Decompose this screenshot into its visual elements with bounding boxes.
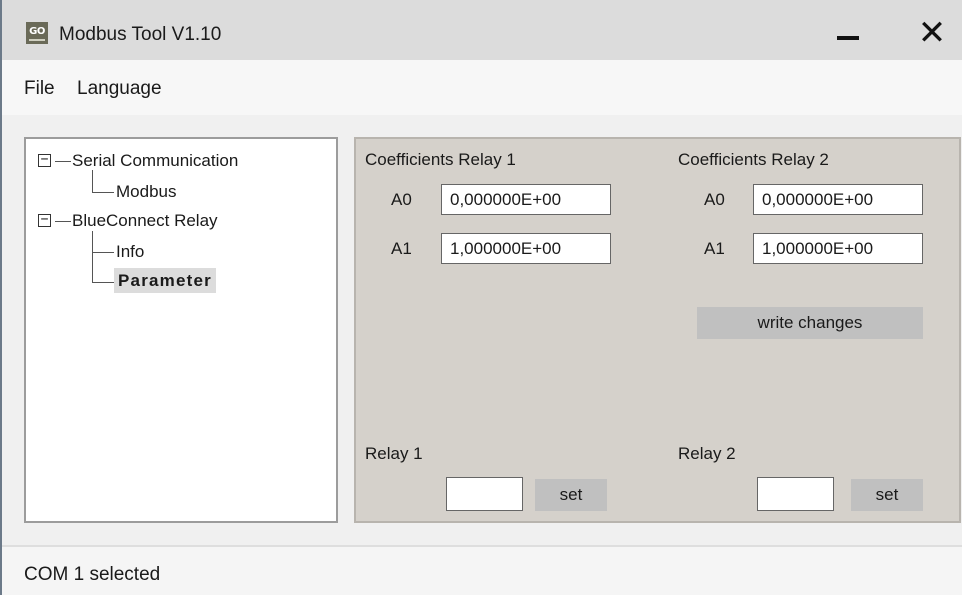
relay2-a1-label: A1 <box>704 239 725 258</box>
close-icon: ✕ <box>917 13 947 53</box>
content-area: − Serial Communication Modbus − BlueConn… <box>2 115 962 545</box>
relay1-a1-field[interactable] <box>441 233 611 264</box>
tree-item-serial-communication[interactable]: Serial Communication <box>72 151 238 171</box>
title-bar[interactable]: GO Modbus Tool V1.10 ✕ <box>2 0 962 60</box>
navigation-tree: − Serial Communication Modbus − BlueConn… <box>24 137 338 523</box>
relay1-a1-label: A1 <box>391 239 412 258</box>
relay2-label: Relay 2 <box>678 444 736 463</box>
relay1-set-button[interactable]: set <box>535 479 607 511</box>
relay2-a1-field[interactable] <box>753 233 923 264</box>
relay2-value-field[interactable] <box>757 477 834 511</box>
tree-connector <box>92 231 93 283</box>
relay1-a0-field[interactable] <box>441 184 611 215</box>
tree-connector <box>92 170 93 193</box>
relay1-a0-label: A0 <box>391 190 412 209</box>
tree-connector <box>55 161 71 162</box>
menu-language[interactable]: Language <box>77 78 162 100</box>
relay2-coefficients-heading: Coefficients Relay 2 <box>678 150 829 169</box>
tree-connector <box>92 252 114 253</box>
tree-connector <box>55 221 71 222</box>
minimize-button[interactable] <box>824 12 874 52</box>
tree-connector <box>92 192 114 193</box>
tree-connector <box>92 282 114 283</box>
tree-item-modbus[interactable]: Modbus <box>116 182 176 202</box>
relay2-a0-label: A0 <box>704 190 725 209</box>
collapse-icon[interactable]: − <box>38 213 51 227</box>
write-changes-button[interactable]: write changes <box>697 307 923 339</box>
status-bar: COM 1 selected <box>2 545 962 595</box>
tree-item-parameter[interactable]: Parameter <box>114 268 216 293</box>
app-logo-icon: GO <box>26 22 48 44</box>
close-button[interactable]: ✕ <box>907 12 957 53</box>
status-text: COM 1 selected <box>24 564 161 585</box>
tree-item-info[interactable]: Info <box>116 242 144 262</box>
menu-bar: File Language <box>2 60 962 115</box>
parameter-panel: Coefficients Relay 1 A0 A1 Coefficients … <box>354 137 961 523</box>
app-window: GO Modbus Tool V1.10 ✕ File Language − S… <box>0 0 962 595</box>
collapse-icon[interactable]: − <box>38 153 51 167</box>
menu-file[interactable]: File <box>24 78 55 100</box>
minimize-icon <box>837 36 859 40</box>
tree-item-blueconnect-relay[interactable]: BlueConnect Relay <box>72 211 218 231</box>
relay2-a0-field[interactable] <box>753 184 923 215</box>
relay1-label: Relay 1 <box>365 444 423 463</box>
relay2-set-button[interactable]: set <box>851 479 923 511</box>
relay1-coefficients-heading: Coefficients Relay 1 <box>365 150 516 169</box>
relay1-value-field[interactable] <box>446 477 523 511</box>
window-title: Modbus Tool V1.10 <box>59 24 222 45</box>
